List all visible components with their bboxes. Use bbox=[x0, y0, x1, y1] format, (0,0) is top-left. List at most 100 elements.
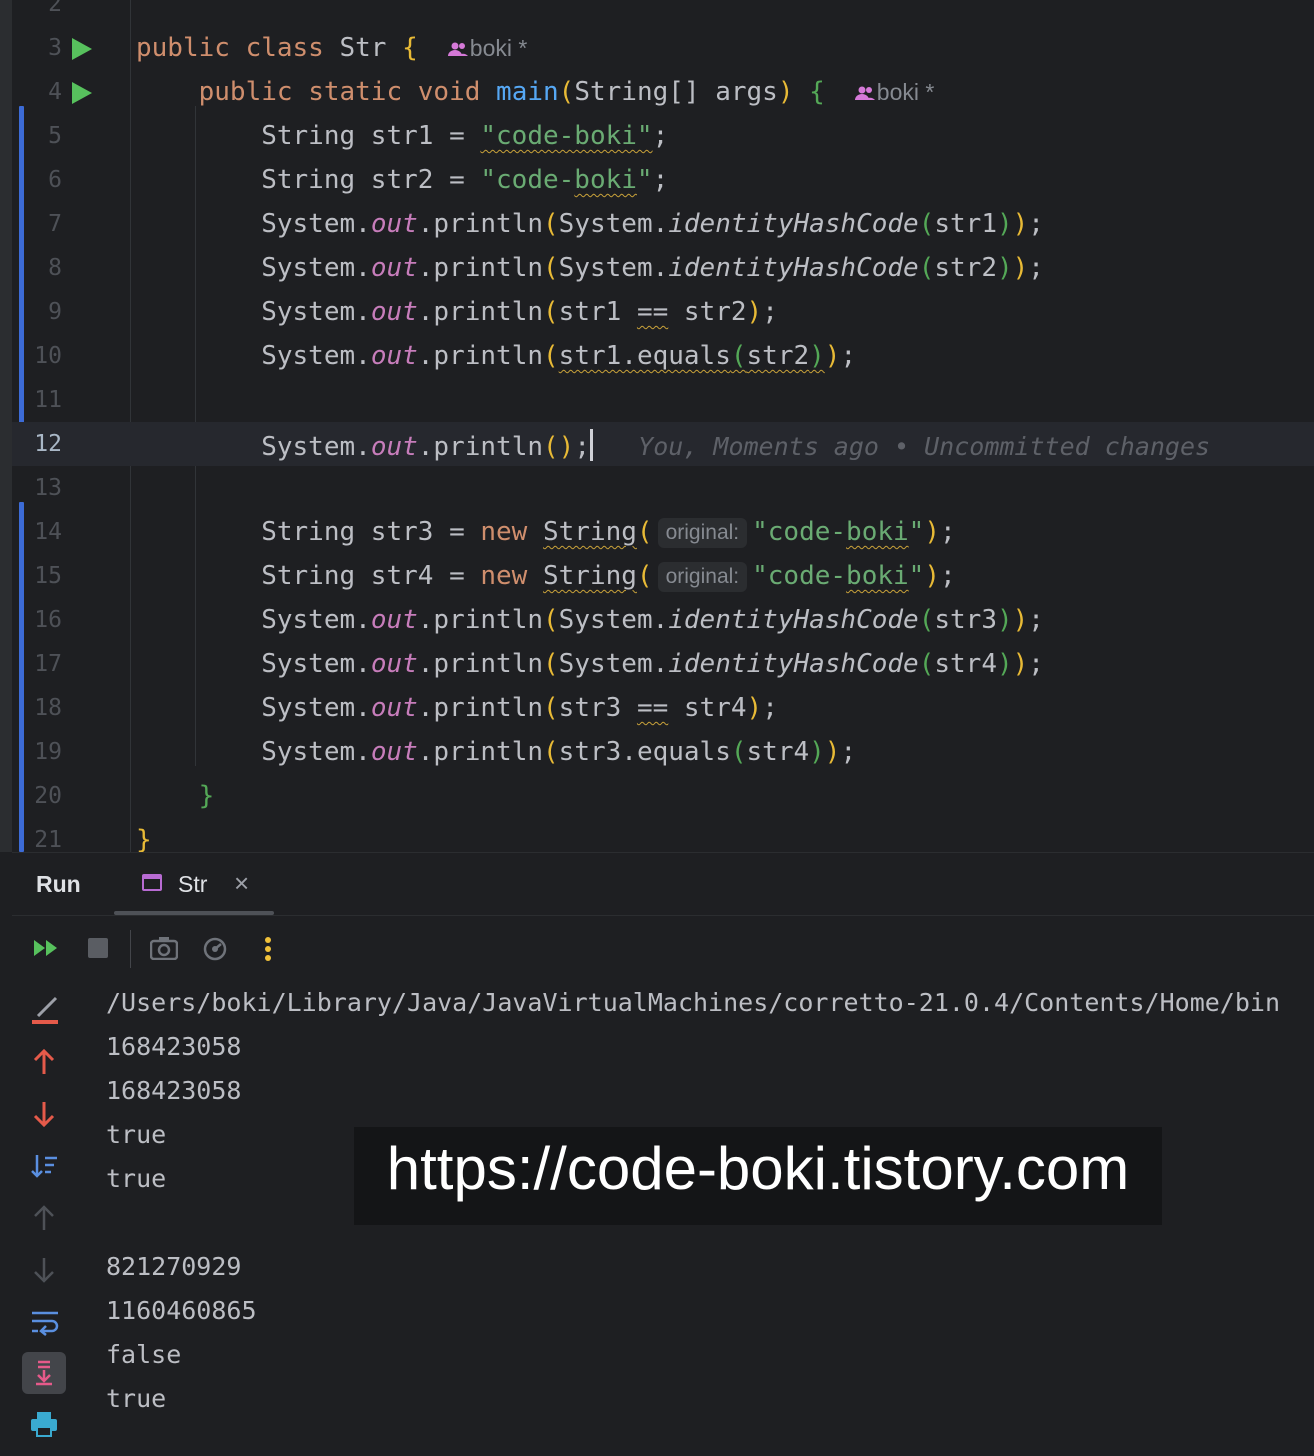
scroll-to-end-toggle[interactable] bbox=[22, 1352, 66, 1394]
code-token: ) bbox=[746, 297, 763, 327]
scroll-up-icon[interactable] bbox=[32, 1204, 56, 1232]
dump-threads-icon[interactable] bbox=[202, 936, 228, 962]
line-number[interactable]: 10 bbox=[12, 341, 62, 371]
print-icon[interactable] bbox=[30, 1410, 58, 1438]
code-token: str2 bbox=[746, 341, 810, 371]
line-number[interactable]: 11 bbox=[12, 385, 62, 415]
code-text[interactable]: String str2 = "code-boki"; bbox=[136, 165, 668, 195]
code-line[interactable]: 21} bbox=[12, 818, 1314, 852]
code-text[interactable]: System.out.println(str1.equals(str2)); bbox=[136, 341, 856, 371]
soft-wrap-icon[interactable] bbox=[30, 1308, 60, 1336]
line-number[interactable]: 2 bbox=[12, 0, 62, 19]
code-line[interactable]: 19 System.out.println(str3.equals(str4))… bbox=[12, 730, 1314, 774]
code-token: ) bbox=[996, 605, 1013, 635]
code-line[interactable]: 6 String str2 = "code-boki"; bbox=[12, 158, 1314, 202]
code-line[interactable]: 3 public class Str {boki * bbox=[12, 26, 1314, 70]
up-arrow-icon[interactable] bbox=[32, 1048, 56, 1076]
line-number[interactable]: 20 bbox=[12, 781, 62, 811]
code-line[interactable]: 13 bbox=[12, 466, 1314, 510]
code-line[interactable]: 15 String str4 = new String(original: "co… bbox=[12, 554, 1314, 598]
code-token: System. bbox=[136, 432, 371, 462]
code-token: ( bbox=[543, 253, 559, 283]
line-number[interactable]: 6 bbox=[12, 165, 62, 195]
code-author-hint[interactable]: boki * bbox=[825, 79, 934, 105]
code-line[interactable]: 20 } bbox=[12, 774, 1314, 818]
code-text[interactable]: System.out.println(str3 == str4); bbox=[136, 693, 778, 723]
code-text[interactable]: System.out.println(System.identityHashCo… bbox=[136, 253, 1044, 283]
code-author-hint[interactable]: boki * bbox=[418, 35, 527, 61]
code-token: str2 bbox=[668, 297, 747, 327]
code-token: str4 bbox=[934, 649, 997, 679]
code-token: ( bbox=[730, 737, 747, 767]
line-number[interactable]: 21 bbox=[12, 825, 62, 852]
code-line[interactable]: 2 bbox=[12, 0, 1314, 26]
scroll-to-end-icon bbox=[36, 1360, 52, 1386]
code-line[interactable]: 4 public static void main(String[] args)… bbox=[12, 70, 1314, 114]
close-tab-button[interactable]: × bbox=[234, 868, 249, 899]
run-gutter-icon[interactable] bbox=[72, 82, 92, 104]
watermark: https://code-boki.tistory.com bbox=[354, 1127, 1162, 1225]
line-number[interactable]: 4 bbox=[12, 77, 62, 107]
tab-str[interactable]: Str × bbox=[114, 853, 274, 915]
camera-icon[interactable] bbox=[150, 936, 178, 960]
code-line[interactable]: 9 System.out.println(str1 == str2); bbox=[12, 290, 1314, 334]
code-token: ) bbox=[777, 77, 794, 107]
code-text[interactable]: System.out.println(System.identityHashCo… bbox=[136, 209, 1044, 239]
rerun-icon[interactable] bbox=[34, 938, 60, 958]
code-token: String bbox=[543, 561, 637, 591]
code-line[interactable]: 16 System.out.println(System.identityHas… bbox=[12, 598, 1314, 642]
code-text[interactable]: System.out.println(System.identityHashCo… bbox=[136, 605, 1044, 635]
code-text[interactable]: public class Str {boki * bbox=[136, 33, 527, 64]
code-text[interactable]: } bbox=[136, 825, 152, 852]
code-token: System. bbox=[136, 649, 371, 679]
code-line[interactable]: 17 System.out.println(System.identityHas… bbox=[12, 642, 1314, 686]
inline-blame[interactable]: You, Moments ago • Uncommitted changes bbox=[593, 432, 1210, 461]
code-text[interactable]: public static void main(String[] args) {… bbox=[136, 77, 935, 108]
sort-icon[interactable] bbox=[30, 1152, 58, 1180]
code-line[interactable]: 12 System.out.println(); You, Moments ag… bbox=[12, 422, 1314, 466]
line-number[interactable]: 16 bbox=[12, 605, 62, 635]
code-text[interactable]: System.out.println(str3.equals(str4)); bbox=[136, 737, 856, 767]
toolbar-separator bbox=[130, 930, 131, 968]
code-text[interactable]: String str4 = new String(original: "code-… bbox=[136, 561, 956, 592]
code-line[interactable]: 5 String str1 = "code-boki"; bbox=[12, 114, 1314, 158]
line-number[interactable]: 14 bbox=[12, 517, 62, 547]
code-text[interactable]: System.out.println(System.identityHashCo… bbox=[136, 649, 1044, 679]
scroll-down-icon[interactable] bbox=[32, 1256, 56, 1284]
clear-console-icon[interactable] bbox=[30, 996, 60, 1026]
down-arrow-icon[interactable] bbox=[32, 1100, 56, 1128]
line-number[interactable]: 9 bbox=[12, 297, 62, 327]
more-options-icon[interactable] bbox=[262, 936, 274, 962]
line-number[interactable]: 8 bbox=[12, 253, 62, 283]
code-token: .println bbox=[417, 341, 544, 371]
code-text[interactable]: System.out.println(); You, Moments ago •… bbox=[136, 429, 1210, 462]
code-line[interactable]: 18 System.out.println(str3 == str4); bbox=[12, 686, 1314, 730]
code-token: ) bbox=[1012, 649, 1029, 679]
code-token: str3 bbox=[934, 605, 997, 635]
code-line[interactable]: 7 System.out.println(System.identityHash… bbox=[12, 202, 1314, 246]
code-line[interactable]: 10 System.out.println(str1.equals(str2))… bbox=[12, 334, 1314, 378]
line-number[interactable]: 7 bbox=[12, 209, 62, 239]
line-number[interactable]: 19 bbox=[12, 737, 62, 767]
code-token: .println bbox=[417, 693, 544, 723]
code-line[interactable]: 8 System.out.println(System.identityHash… bbox=[12, 246, 1314, 290]
code-line[interactable]: 14 String str3 = new String(original: "co… bbox=[12, 510, 1314, 554]
code-text[interactable]: String str1 = "code-boki"; bbox=[136, 121, 668, 151]
line-number[interactable]: 3 bbox=[12, 33, 62, 63]
line-number[interactable]: 18 bbox=[12, 693, 62, 723]
line-number[interactable]: 5 bbox=[12, 121, 62, 151]
line-number[interactable]: 12 bbox=[12, 429, 62, 459]
run-gutter-icon[interactable] bbox=[72, 38, 92, 60]
code-token: System. bbox=[558, 605, 669, 635]
code-text[interactable]: } bbox=[136, 781, 215, 811]
code-text[interactable]: String str3 = new String(original: "code-… bbox=[136, 517, 956, 548]
code-token: " bbox=[908, 561, 925, 591]
stop-icon[interactable] bbox=[88, 938, 108, 958]
code-line[interactable]: 11 bbox=[12, 378, 1314, 422]
line-number[interactable]: 15 bbox=[12, 561, 62, 591]
code-token: ( bbox=[918, 605, 935, 635]
code-editor[interactable]: 2 3 public class Str {boki * 4 public stati… bbox=[0, 0, 1314, 852]
code-text[interactable]: System.out.println(str1 == str2); bbox=[136, 297, 778, 327]
line-number[interactable]: 17 bbox=[12, 649, 62, 679]
line-number[interactable]: 13 bbox=[12, 473, 62, 503]
